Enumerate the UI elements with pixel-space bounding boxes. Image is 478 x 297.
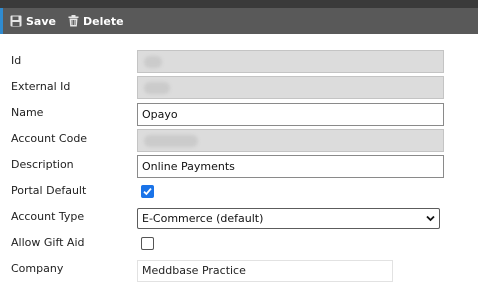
save-label: Save bbox=[26, 14, 56, 28]
portal-default-row: Portal Default bbox=[0, 178, 478, 204]
delete-button[interactable]: Delete bbox=[68, 8, 124, 34]
delete-label: Delete bbox=[83, 14, 124, 28]
company-field: Meddbase Practice bbox=[137, 260, 393, 282]
company-label: Company bbox=[11, 262, 64, 275]
company-row: Company Meddbase Practice bbox=[0, 256, 478, 282]
name-row: Name Opayo bbox=[0, 100, 478, 126]
description-field[interactable]: Online Payments bbox=[137, 155, 444, 178]
id-field bbox=[137, 50, 444, 73]
account-type-select[interactable]: E-Commerce (default) bbox=[137, 208, 440, 229]
account-type-value: E-Commerce (default) bbox=[142, 212, 264, 225]
allow-gift-aid-row: Allow Gift Aid bbox=[0, 230, 478, 256]
name-field[interactable]: Opayo bbox=[137, 103, 444, 126]
window-top-bar bbox=[0, 0, 478, 8]
toolbar: Save Delete bbox=[0, 8, 478, 34]
portal-default-checkbox[interactable] bbox=[141, 185, 154, 198]
redacted-value bbox=[144, 135, 198, 147]
save-button[interactable]: Save bbox=[10, 8, 56, 34]
trash-icon bbox=[68, 15, 79, 27]
account-code-label: Account Code bbox=[11, 132, 88, 145]
external-id-label: External Id bbox=[11, 80, 71, 93]
account-code-field bbox=[137, 129, 444, 152]
id-row: Id bbox=[0, 48, 478, 74]
id-label: Id bbox=[11, 54, 22, 67]
account-type-row: Account Type E-Commerce (default) bbox=[0, 204, 478, 230]
allow-gift-aid-label: Allow Gift Aid bbox=[11, 236, 85, 249]
redacted-value bbox=[144, 56, 162, 68]
description-label: Description bbox=[11, 158, 74, 171]
portal-default-label: Portal Default bbox=[11, 184, 87, 197]
description-row: Description Online Payments bbox=[0, 152, 478, 178]
chevron-down-icon bbox=[426, 215, 435, 222]
redacted-value bbox=[144, 82, 170, 94]
toolbar-accent bbox=[0, 8, 3, 34]
account-type-label: Account Type bbox=[11, 210, 85, 223]
account-code-row: Account Code bbox=[0, 126, 478, 152]
external-id-row: External Id bbox=[0, 74, 478, 100]
checkmark-icon bbox=[143, 188, 152, 196]
allow-gift-aid-checkbox[interactable] bbox=[141, 237, 154, 250]
name-label: Name bbox=[11, 106, 44, 119]
floppy-disk-icon bbox=[10, 15, 22, 27]
external-id-field bbox=[137, 76, 444, 99]
